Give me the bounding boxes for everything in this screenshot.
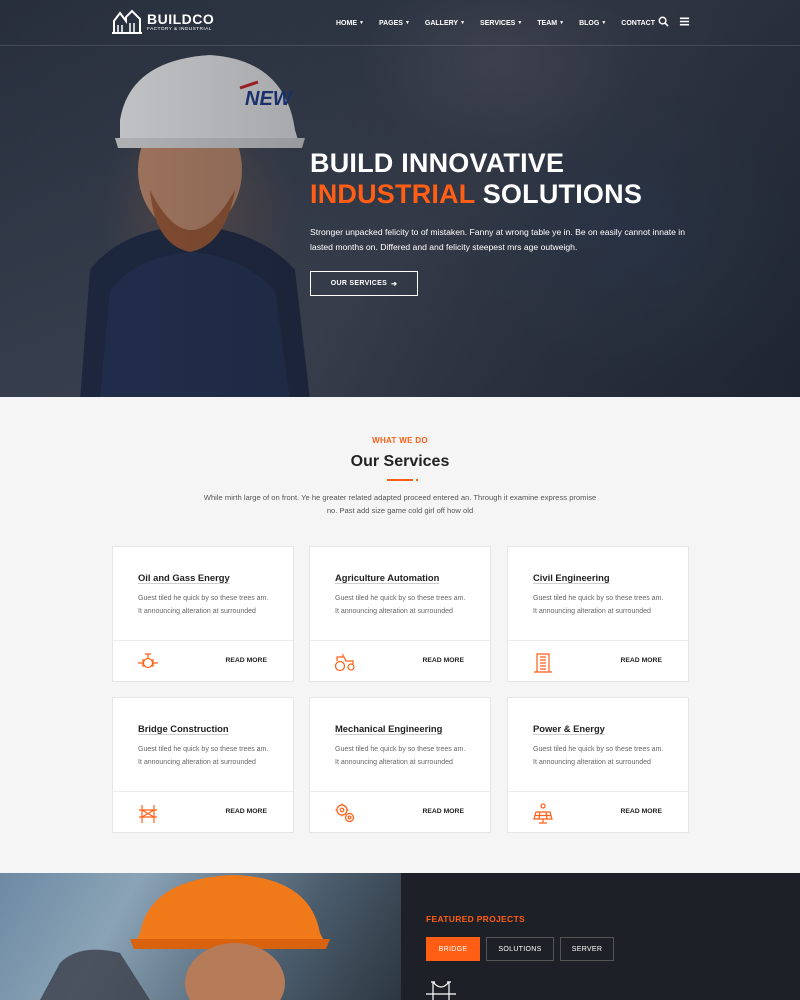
- service-card-desc: Guest tiled he quick by so these trees a…: [533, 595, 664, 615]
- services-eyebrow: WHAT WE DO: [372, 436, 428, 445]
- menu-item-services[interactable]: SERVICES ▼: [480, 20, 522, 27]
- project-filter-tabs: BRIDGE SOLUTIONS SERVER: [426, 937, 614, 961]
- main-menu: HOME ▼ PAGES ▼ GALLERY ▼ SERVICES ▼ TEAM ▼ BL…: [336, 0, 670, 46]
- hero-title-line1: BUILD INNOVATIVE: [310, 148, 565, 178]
- service-card-desc: Guest tiled he quick by so these trees a…: [138, 595, 269, 615]
- services-title: Our Services: [350, 453, 450, 470]
- service-card-desc: Guest tiled he quick by so these trees a…: [533, 746, 664, 766]
- tab-solutions[interactable]: SOLUTIONS: [486, 937, 554, 961]
- service-card: Agriculture Automation Guest tiled he qu…: [309, 546, 491, 682]
- gears-icon: [335, 803, 355, 823]
- logo[interactable]: BUILDCO FACTORY & INDUSTRIAL: [112, 9, 214, 35]
- service-card: Power & Energy Guest tiled he quick by s…: [507, 697, 689, 833]
- service-card-desc: Guest tiled he quick by so these trees a…: [335, 595, 466, 615]
- read-more-link[interactable]: READ MORE: [225, 657, 267, 664]
- service-card-title[interactable]: Power & Energy: [533, 723, 605, 734]
- service-card-title[interactable]: Oil and Gass Energy: [138, 572, 230, 583]
- hero-title: BUILD INNOVATIVE INDUSTRIAL SOLUTIONS: [310, 148, 690, 210]
- brand-name: BUILDCO: [147, 10, 215, 27]
- read-more-link[interactable]: READ MORE: [422, 657, 464, 664]
- hero-section: NEW BUILDCO FACTORY & INDUSTRIAL HOME▼ P…: [0, 0, 800, 397]
- hero-title-highlight: INDUSTRIAL: [310, 179, 476, 209]
- chevron-down-icon: ▼: [460, 20, 466, 26]
- menu-item-blog[interactable]: BLOG ▼: [579, 20, 606, 27]
- featured-panel: FEATURED PROJECTS BRIDGE SOLUTIONS SERVE…: [401, 873, 800, 1000]
- chevron-down-icon: ▼: [601, 20, 607, 26]
- service-card: Civil Engineering Guest tiled he quick b…: [507, 546, 689, 682]
- arrow-right-icon: ➔: [391, 280, 398, 288]
- read-more-link[interactable]: READ MORE: [620, 657, 662, 664]
- worker-orange-helmet-photo: [0, 873, 401, 1000]
- service-card: Oil and Gass Energy Guest tiled he quick…: [112, 546, 294, 682]
- services-intro: While mirth large of on front. Ye he gre…: [203, 493, 597, 515]
- chevron-down-icon: ▼: [559, 20, 565, 26]
- brand-tagline: FACTORY & INDUSTRIAL: [147, 26, 212, 32]
- service-card-desc: Guest tiled he quick by so these trees a…: [138, 746, 269, 766]
- featured-projects-section: FEATURED PROJECTS BRIDGE SOLUTIONS SERVE…: [0, 873, 800, 1000]
- our-services-button[interactable]: OUR SERVICES ➔: [310, 271, 418, 296]
- building-icon: [534, 653, 552, 673]
- menu-item-team[interactable]: TEAM ▼: [537, 20, 564, 27]
- read-more-link[interactable]: READ MORE: [422, 808, 464, 815]
- tab-server[interactable]: SERVER: [560, 937, 614, 961]
- menu-item-pages[interactable]: PAGES ▼: [379, 20, 410, 27]
- hero-description: Stronger unpacked felicity to of mistake…: [310, 227, 685, 252]
- hero-content: BUILD INNOVATIVE INDUSTRIAL SOLUTIONS St…: [310, 148, 690, 296]
- menu-item-gallery[interactable]: GALLERY ▼: [425, 20, 465, 27]
- menu-item-home[interactable]: HOME ▼: [336, 20, 364, 27]
- service-card-title[interactable]: Bridge Construction: [138, 723, 229, 734]
- chevron-down-icon: ▼: [359, 20, 364, 26]
- bridge-tower-icon: [139, 805, 157, 823]
- service-card: Mechanical Engineering Guest tiled he qu…: [309, 697, 491, 833]
- service-card-desc: Guest tiled he quick by so these trees a…: [335, 746, 466, 766]
- factory-logo-icon: [112, 9, 142, 34]
- service-card-title[interactable]: Civil Engineering: [533, 572, 610, 583]
- top-navbar: BUILDCO FACTORY & INDUSTRIAL HOME ▼ PAGES…: [0, 0, 800, 46]
- services-section: WHAT WE DO Our Services While mirth larg…: [0, 397, 800, 873]
- bridge-icon: [426, 981, 456, 1000]
- hamburger-menu-icon[interactable]: [679, 16, 690, 27]
- our-services-button-label: OUR SERVICES: [330, 280, 388, 287]
- tractor-icon: [334, 654, 355, 672]
- solar-panel-icon: [533, 803, 553, 824]
- tab-bridge[interactable]: BRIDGE: [426, 937, 480, 961]
- chevron-down-icon: ▼: [517, 20, 523, 26]
- service-card: Bridge Construction Guest tiled he quick…: [112, 697, 294, 833]
- menu-item-contact[interactable]: CONTACT: [621, 20, 655, 27]
- title-divider: [387, 479, 418, 481]
- read-more-link[interactable]: READ MORE: [225, 808, 267, 815]
- valve-icon: [138, 653, 158, 669]
- search-icon[interactable]: [658, 16, 669, 27]
- hero-title-rest: SOLUTIONS: [482, 179, 643, 209]
- chevron-down-icon: ▼: [404, 20, 410, 26]
- service-card-title[interactable]: Agriculture Automation: [335, 572, 439, 583]
- service-card-title[interactable]: Mechanical Engineering: [335, 723, 442, 734]
- featured-eyebrow: FEATURED PROJECTS: [426, 914, 525, 924]
- read-more-link[interactable]: READ MORE: [620, 808, 662, 815]
